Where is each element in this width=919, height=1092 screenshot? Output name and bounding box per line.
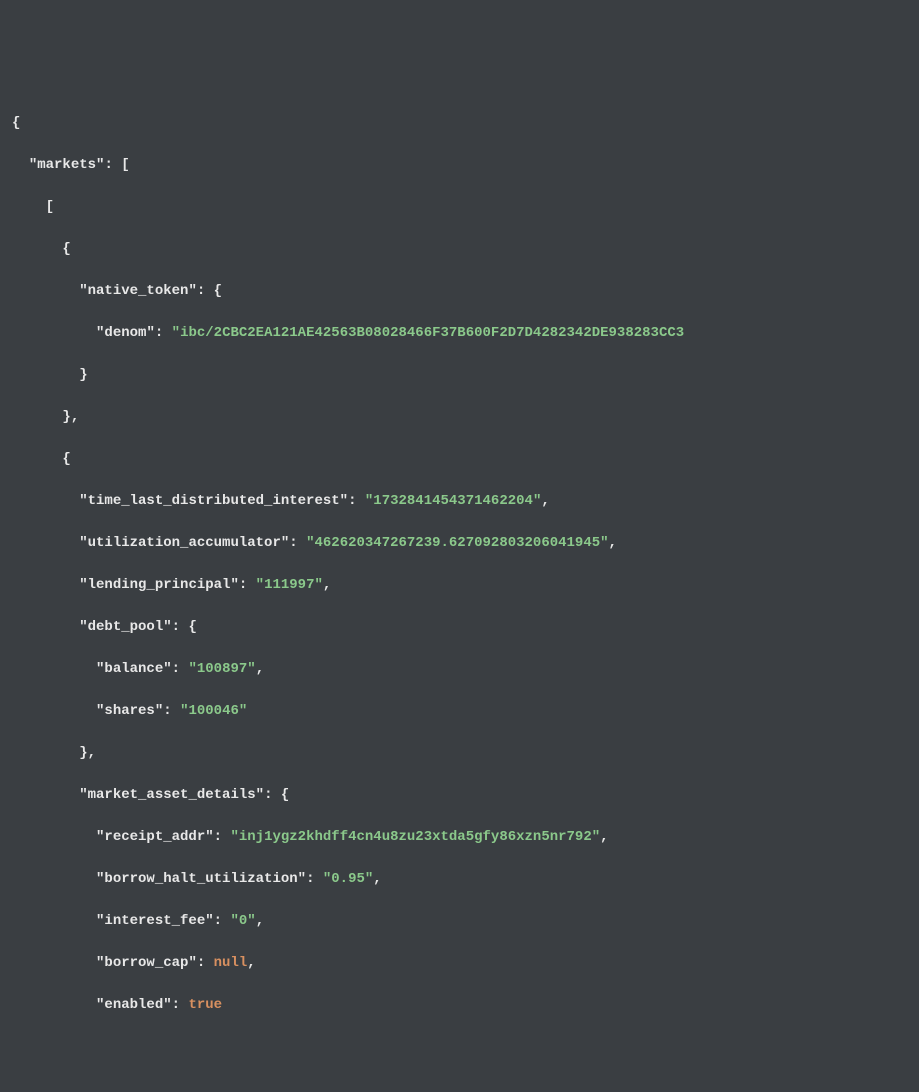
json-code-block: { "markets": [ [ { "native_token": { "de…: [12, 92, 907, 1037]
line: },: [12, 407, 907, 428]
line: {: [12, 113, 907, 134]
key-tldi: time_last_distributed_interest: [88, 493, 340, 509]
key-native-token: native_token: [88, 283, 189, 299]
val-shares: 100046: [188, 703, 238, 719]
val-tldi: 1732841454371462204: [373, 493, 533, 509]
key-bc: borrow_cap: [104, 955, 188, 971]
key-if: interest_fee: [104, 913, 205, 929]
line: "utilization_accumulator": "462620347267…: [12, 533, 907, 554]
line: "native_token": {: [12, 281, 907, 302]
key-denom: denom: [104, 325, 146, 341]
line: "debt_pool": {: [12, 617, 907, 638]
key-balance: balance: [104, 661, 163, 677]
val-balance: 100897: [197, 661, 247, 677]
key-en: enabled: [104, 997, 163, 1013]
line: }: [12, 365, 907, 386]
line: "lending_principal": "111997",: [12, 575, 907, 596]
key-shares: shares: [104, 703, 154, 719]
line: "shares": "100046": [12, 701, 907, 722]
line: "markets": [: [12, 155, 907, 176]
line: "receipt_addr": "inj1ygz2khdff4cn4u8zu23…: [12, 827, 907, 848]
key-mad: market_asset_details: [88, 787, 256, 803]
val-denom: ibc/2CBC2EA121AE42563B08028466F37B600F2D…: [180, 325, 684, 341]
line: "borrow_cap": null,: [12, 953, 907, 974]
val-if: 0: [239, 913, 247, 929]
key-dp: debt_pool: [88, 619, 164, 635]
line: "denom": "ibc/2CBC2EA121AE42563B08028466…: [12, 323, 907, 344]
key-lp: lending_principal: [88, 577, 231, 593]
val-bhu: 0.95: [331, 871, 365, 887]
line: {: [12, 239, 907, 260]
line: "interest_fee": "0",: [12, 911, 907, 932]
line: },: [12, 743, 907, 764]
line: [: [12, 197, 907, 218]
val-ra: inj1ygz2khdff4cn4u8zu23xtda5gfy86xzn5nr7…: [239, 829, 592, 845]
key-ra: receipt_addr: [104, 829, 205, 845]
line: "time_last_distributed_interest": "17328…: [12, 491, 907, 512]
val-bc: null: [214, 955, 248, 971]
val-lp: 111997: [264, 577, 314, 593]
key-markets: markets: [37, 157, 96, 173]
key-ua: utilization_accumulator: [88, 535, 281, 551]
line: {: [12, 449, 907, 470]
val-en: true: [188, 997, 222, 1013]
line: "market_asset_details": {: [12, 785, 907, 806]
key-bhu: borrow_halt_utilization: [104, 871, 297, 887]
line: "borrow_halt_utilization": "0.95",: [12, 869, 907, 890]
line: "enabled": true: [12, 995, 907, 1016]
val-ua: 462620347267239.627092803206041945: [314, 535, 600, 551]
line: "balance": "100897",: [12, 659, 907, 680]
